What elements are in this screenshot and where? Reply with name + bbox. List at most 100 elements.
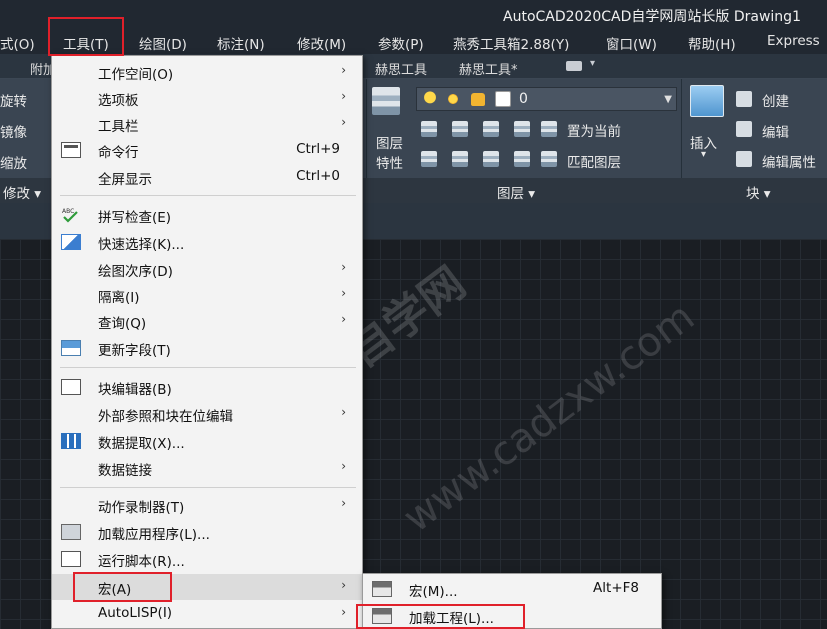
layer-tool-icon[interactable]	[421, 121, 437, 137]
menu-item-label: 全屏显示	[98, 172, 152, 188]
layer-tool-icon[interactable]	[421, 151, 437, 167]
menu-item-action-recorder[interactable]: 动作录制器(T) ›	[52, 492, 362, 518]
menu-item-load-application[interactable]: 加载应用程序(L)...	[52, 519, 362, 545]
menu-dimension[interactable]: 标注(N)	[217, 33, 265, 53]
tools-menu: 工作空间(O) › 选项板 › 工具栏 › 命令行 Ctrl+9 全屏显示 Ct…	[51, 55, 363, 629]
menu-separator	[60, 195, 356, 196]
block-editor-icon	[61, 379, 81, 395]
modify-panel-title[interactable]: 修改 ▾	[3, 182, 41, 202]
menu-item-run-script[interactable]: 运行脚本(R)...	[52, 546, 362, 572]
layer-properties-label-line1[interactable]: 图层	[376, 132, 403, 152]
match-layer-button[interactable]: 匹配图层	[567, 151, 621, 171]
layer-tool-icon[interactable]	[452, 121, 468, 137]
layer-panel-title[interactable]: 图层 ▾	[497, 182, 535, 202]
insert-block-icon[interactable]	[690, 85, 724, 117]
color-swatch	[495, 91, 511, 107]
highlight-box-tools-menu	[48, 17, 124, 56]
menu-item-command-line[interactable]: 命令行 Ctrl+9	[52, 137, 362, 163]
menu-separator	[60, 487, 356, 488]
edit-attribute-button[interactable]: 编辑属性	[762, 151, 816, 171]
layer-tool-icon[interactable]	[483, 121, 499, 137]
create-block-button[interactable]: 创建	[762, 90, 789, 110]
menu-format[interactable]: 式(O)	[0, 33, 35, 53]
menu-item-spelling[interactable]: ABC 拼写检查(E)	[52, 202, 362, 228]
menu-modify[interactable]: 修改(M)	[297, 33, 346, 53]
menu-draw[interactable]: 绘图(D)	[139, 33, 187, 53]
menu-item-label: 更新字段(T)	[98, 343, 171, 359]
match-layer-icon[interactable]	[541, 151, 557, 167]
layer-tool-icon[interactable]	[514, 151, 530, 167]
menu-bar: 式(O) 工具(T) 绘图(D) 标注(N) 修改(M) 参数(P) 燕秀工具箱…	[0, 30, 827, 54]
layer-tool-icon[interactable]	[452, 151, 468, 167]
menu-express[interactable]: Express	[767, 33, 820, 49]
menu-item-isolate[interactable]: 隔离(I) ›	[52, 282, 362, 308]
layer-properties-icon[interactable]	[372, 87, 400, 115]
layer-properties-label-line2[interactable]: 特性	[376, 152, 403, 172]
menu-item-macros[interactable]: 宏(M)... Alt+F8	[363, 576, 661, 602]
tab-heisi-tools-star[interactable]: 赫思工具*	[459, 59, 518, 78]
menu-item-label: 加载应用程序(L)...	[98, 527, 210, 543]
menu-item-shortcut: Ctrl+0	[296, 168, 340, 184]
menu-yanxiu-toolbox[interactable]: 燕秀工具箱2.88(Y)	[453, 33, 569, 53]
chevron-right-icon: ›	[341, 496, 346, 510]
menu-item-inquiry[interactable]: 查询(Q) ›	[52, 308, 362, 334]
chevron-right-icon: ›	[341, 405, 346, 419]
layer-dropdown[interactable]: 0 ▼	[416, 87, 677, 111]
update-field-icon	[61, 340, 81, 356]
chevron-right-icon: ›	[341, 286, 346, 300]
chevron-right-icon: ›	[341, 260, 346, 274]
chevron-down-icon: ▼	[664, 94, 672, 105]
edit-attribute-icon[interactable]	[736, 151, 752, 167]
menu-item-data-extraction[interactable]: 数据提取(X)...	[52, 428, 362, 454]
menu-item-xref-in-place-edit[interactable]: 外部参照和块在位编辑 ›	[52, 401, 362, 427]
menu-item-autolisp[interactable]: AutoLISP(I) ›	[52, 601, 362, 627]
edit-block-button[interactable]: 编辑	[762, 121, 789, 141]
set-current-button[interactable]: 置为当前	[567, 120, 621, 140]
menu-item-block-editor[interactable]: 块编辑器(B)	[52, 374, 362, 400]
edit-block-icon[interactable]	[736, 121, 752, 137]
menu-item-shortcut: Alt+F8	[593, 580, 639, 596]
menu-item-label: 隔离(I)	[98, 290, 140, 306]
menu-parametric[interactable]: 参数(P)	[378, 33, 424, 53]
tab-heisi-tools[interactable]: 赫思工具	[375, 59, 427, 78]
menu-item-data-links[interactable]: 数据链接 ›	[52, 455, 362, 481]
menu-help[interactable]: 帮助(H)	[688, 33, 736, 53]
menu-item-update-fields[interactable]: 更新字段(T)	[52, 335, 362, 361]
menu-item-clean-screen[interactable]: 全屏显示 Ctrl+0	[52, 164, 362, 190]
lock-icon	[471, 93, 485, 106]
menu-item-label: 动作录制器(T)	[98, 500, 185, 516]
run-script-icon	[61, 551, 81, 567]
menu-item-palettes[interactable]: 选项板 ›	[52, 85, 362, 111]
menu-item-label: 宏(M)...	[409, 584, 458, 600]
menu-item-draw-order[interactable]: 绘图次序(D) ›	[52, 256, 362, 282]
create-block-icon[interactable]	[736, 91, 752, 107]
chevron-right-icon: ›	[341, 605, 346, 619]
chevron-right-icon: ›	[341, 459, 346, 473]
tab-overflow-icon[interactable]	[566, 61, 582, 71]
menu-item-quick-select[interactable]: 快速选择(K)...	[52, 229, 362, 255]
menu-item-label: 工具栏	[98, 119, 139, 135]
block-panel-title[interactable]: 块 ▾	[746, 182, 771, 202]
lightbulb-icon	[422, 91, 438, 107]
load-application-icon	[61, 524, 81, 540]
set-current-icon[interactable]	[541, 121, 557, 137]
highlight-box-load-project	[356, 604, 525, 629]
rotate-button[interactable]: 旋转	[0, 90, 27, 110]
menu-item-label: 拼写检查(E)	[98, 210, 172, 226]
menu-item-label: 运行脚本(R)...	[98, 554, 185, 570]
menu-window[interactable]: 窗口(W)	[606, 33, 657, 53]
chevron-down-icon[interactable]: ▾	[701, 149, 706, 160]
spell-check-icon: ABC	[61, 207, 81, 223]
layer-tool-icon[interactable]	[514, 121, 530, 137]
mirror-button[interactable]: 镜像	[0, 121, 27, 141]
menu-item-label: 查询(Q)	[98, 316, 147, 332]
chevron-right-icon: ›	[341, 63, 346, 77]
chevron-down-icon[interactable]: ▾	[590, 58, 595, 69]
menu-item-workspaces[interactable]: 工作空间(O) ›	[52, 59, 362, 85]
layer-tool-icon[interactable]	[483, 151, 499, 167]
menu-item-label: 快速选择(K)...	[98, 237, 185, 253]
menu-item-label: 块编辑器(B)	[98, 382, 172, 398]
menu-item-toolbars[interactable]: 工具栏 ›	[52, 111, 362, 137]
highlight-box-macro	[73, 572, 172, 602]
scale-button[interactable]: 缩放	[0, 152, 27, 172]
